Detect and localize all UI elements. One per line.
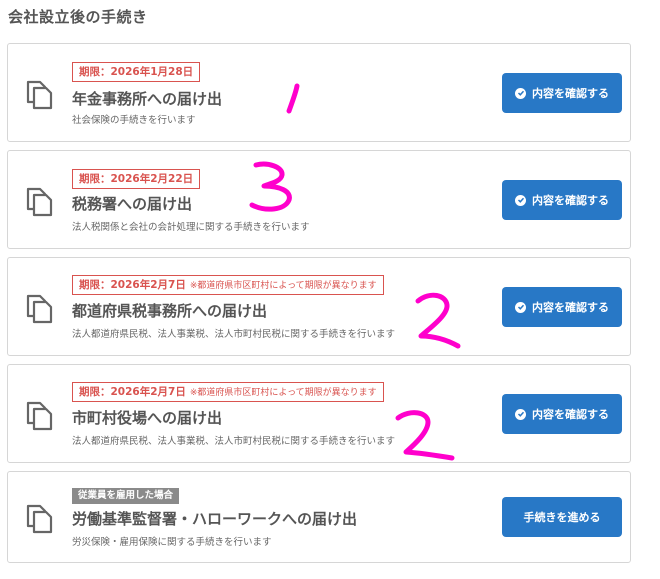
procedure-card-prefectural-tax-office: 期限：2026年2月7日 ※都道府県市区町村によって期限が異なります 都道府県税事… — [7, 257, 631, 356]
check-circle-icon — [515, 194, 526, 206]
deadline-note: ※都道府県市区町村によって期限が異なります — [189, 388, 377, 398]
deadline-badge: 期限：2026年2月7日 ※都道府県市区町村によって期限が異なります — [72, 275, 384, 295]
card-title: 年金事務所への届け出 — [72, 90, 223, 108]
button-label: 内容を確認する — [532, 87, 609, 100]
button-label: 内容を確認する — [532, 301, 609, 314]
documents-icon — [26, 504, 53, 534]
view-details-button[interactable]: 内容を確認する — [502, 73, 622, 113]
deadline-badge: 期限：2026年2月22日 — [72, 169, 201, 189]
check-circle-icon — [515, 301, 526, 313]
card-description: 法人税関係と会社の会計処理に関する手続きを行います — [72, 222, 310, 233]
deadline-note: ※都道府県市区町村によって期限が異なります — [189, 281, 377, 291]
button-label: 内容を確認する — [532, 194, 609, 207]
procedure-card-pension-office: 期限：2026年1月28日 年金事務所への届け出 社会保険の手続きを行います 内… — [7, 43, 631, 142]
card-description: 法人都道府県民税、法人事業税、法人市町村民税に関する手続きを行います — [72, 329, 396, 340]
check-circle-icon — [515, 87, 526, 99]
button-label: 内容を確認する — [532, 408, 609, 421]
documents-icon — [26, 80, 53, 110]
procedure-card-tax-office: 期限：2026年2月22日 税務署への届け出 法人税関係と会社の会計処理に関する… — [7, 150, 631, 249]
deadline-badge: 期限：2026年1月28日 — [72, 62, 201, 82]
view-details-button[interactable]: 内容を確認する — [502, 394, 622, 434]
card-title: 都道府県税事務所への届け出 — [72, 302, 268, 320]
card-title: 労働基準監督署・ハローワークへの届け出 — [72, 510, 358, 528]
view-details-button[interactable]: 内容を確認する — [502, 287, 622, 327]
procedure-card-municipal-office: 期限：2026年2月7日 ※都道府県市区町村によって期限が異なります 市町村役場へ… — [7, 364, 631, 463]
card-title: 市町村役場への届け出 — [72, 409, 223, 427]
documents-icon — [26, 294, 53, 324]
button-label: 手続きを進める — [523, 511, 601, 524]
card-title: 税務署への届け出 — [72, 195, 193, 213]
documents-icon — [26, 401, 53, 431]
procedure-card-labor-office: 従業員を雇用した場合 労働基準監督署・ハローワークへの届け出 労災保険・雇用保険… — [7, 471, 631, 563]
documents-icon — [26, 187, 53, 217]
view-details-button[interactable]: 内容を確認する — [502, 180, 622, 220]
card-description: 社会保険の手続きを行います — [72, 115, 196, 126]
card-description: 法人都道府県民税、法人事業税、法人市町村民税に関する手続きを行います — [72, 436, 396, 447]
condition-badge: 従業員を雇用した場合 — [72, 488, 180, 504]
check-circle-icon — [515, 408, 526, 420]
page-title: 会社設立後の手続き — [8, 8, 148, 26]
card-description: 労災保険・雇用保険に関する手続きを行います — [72, 537, 272, 548]
deadline-badge: 期限：2026年2月7日 ※都道府県市区町村によって期限が異なります — [72, 382, 384, 402]
proceed-button[interactable]: 手続きを進める — [502, 497, 622, 537]
